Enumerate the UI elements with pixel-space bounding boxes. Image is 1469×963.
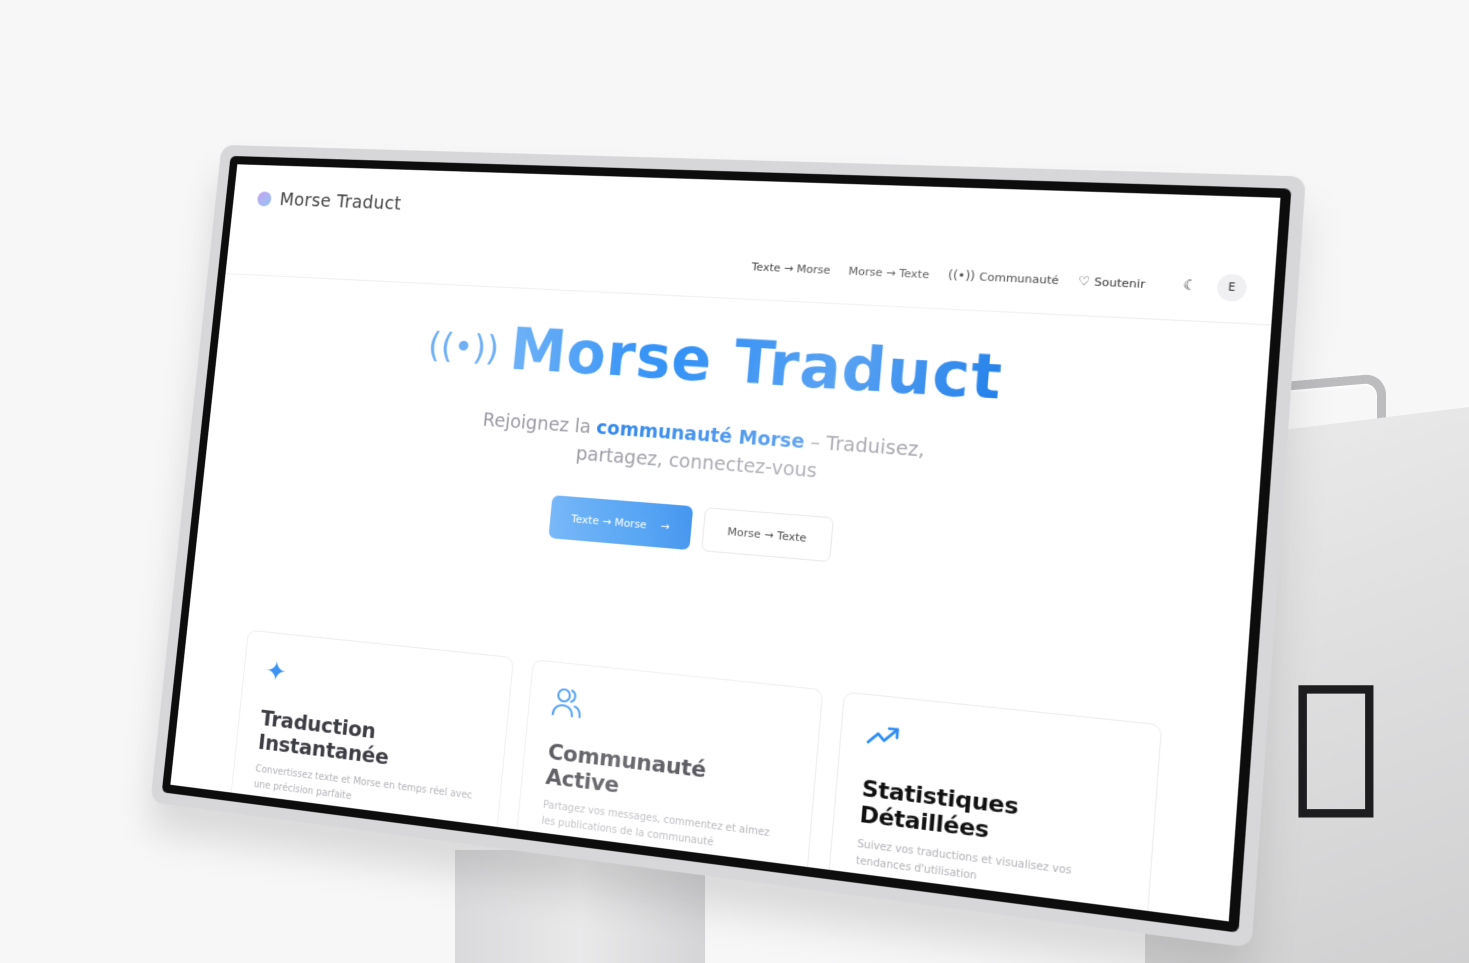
morse-to-text-button[interactable]: Morse → Texte xyxy=(701,507,834,562)
text-to-morse-button[interactable]: Texte → Morse → xyxy=(548,495,693,550)
brand-logo[interactable]: Morse Traduct xyxy=(256,189,402,215)
main-nav: Texte → Morse Morse → Texte ((•)) Commun… xyxy=(751,254,1248,302)
nav-text-to-morse[interactable]: Texte → Morse xyxy=(751,260,831,276)
sparkle-icon: ✦ xyxy=(264,654,488,713)
button-label: Texte → Morse xyxy=(571,512,648,531)
nav-support[interactable]: ♡ Soutenir xyxy=(1078,274,1146,291)
features: ✦ Traduction Instantanée Convertissez te… xyxy=(228,630,1162,922)
user-avatar[interactable]: E xyxy=(1216,273,1247,302)
nav-label: Soutenir xyxy=(1094,275,1146,291)
hero: ((•)) Morse Traduct Rejoignez la communa… xyxy=(200,300,1269,598)
scene:  Morse Traduct Texte → Morse xyxy=(0,0,1469,963)
moon-icon[interactable]: ☾ xyxy=(1182,277,1197,294)
brand-name: Morse Traduct xyxy=(279,189,403,214)
users-icon xyxy=(551,684,795,747)
nav-morse-to-text[interactable]: Morse → Texte xyxy=(848,264,930,281)
nav-label: Communauté xyxy=(979,270,1060,287)
nav-label: Texte → Morse xyxy=(751,260,831,276)
hero-title: Morse Traduct xyxy=(507,316,1006,414)
nav-label: Morse → Texte xyxy=(848,264,930,281)
logo-icon xyxy=(257,191,272,206)
trending-up-icon xyxy=(865,718,1132,785)
monitor: Morse Traduct Texte → Morse Morse → Text… xyxy=(162,156,1292,933)
heart-icon: ♡ xyxy=(1078,274,1091,289)
hero-subtitle: Rejoignez la communauté Morse – Traduise… xyxy=(447,404,964,496)
radio-waves-icon: ((•)) xyxy=(426,325,501,368)
hero-title-row: ((•)) Morse Traduct xyxy=(216,300,1269,430)
arrow-right-icon: → xyxy=(660,519,670,533)
cta-row: Texte → Morse → Morse → Texte xyxy=(200,468,1255,599)
button-label: Morse → Texte xyxy=(727,525,807,545)
subtitle-pre: Rejoignez la xyxy=(482,409,598,438)
nav-community[interactable]: ((•)) Communauté xyxy=(947,268,1059,287)
radio-waves-icon: ((•)) xyxy=(947,268,975,283)
